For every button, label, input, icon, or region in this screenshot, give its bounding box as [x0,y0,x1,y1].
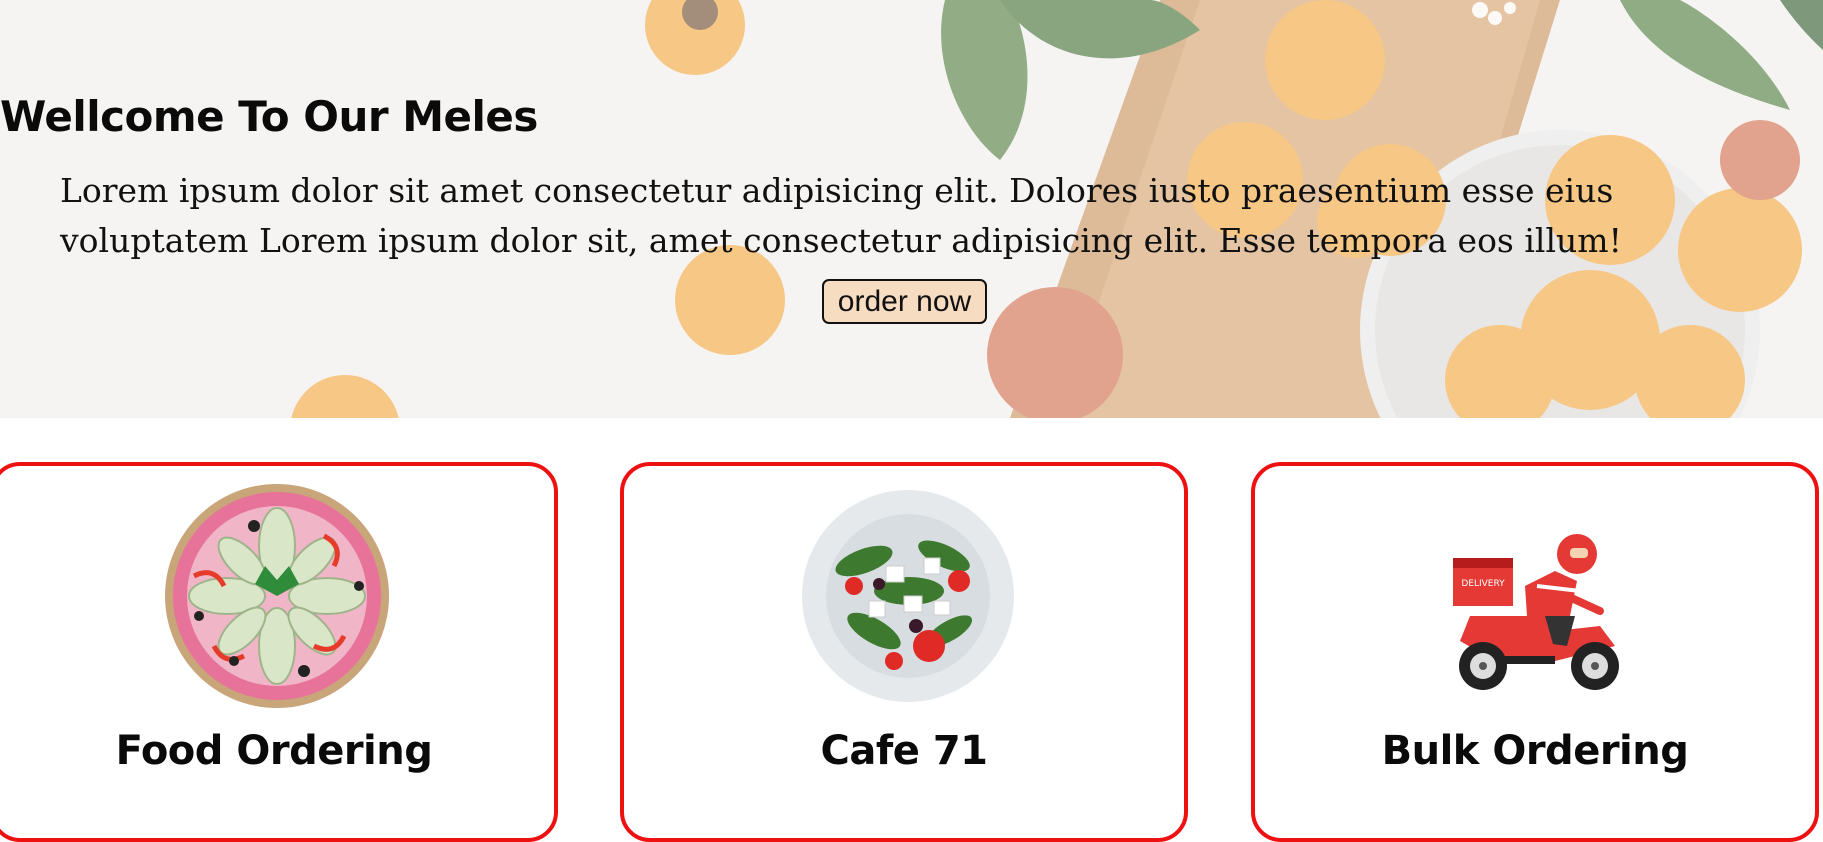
hero-title: Wellcome To Our Meles [0,92,538,141]
pizza-icon [165,484,389,708]
service-title: Cafe 71 [820,728,988,774]
delivery-scooter-icon: DELIVERY [1453,534,1619,690]
hero-section: Wellcome To Our Meles Lorem ipsum dolor … [0,0,1823,418]
service-card-cafe-71: Cafe 71 [620,462,1188,842]
service-title: Food Ordering [115,728,433,774]
svg-text:DELIVERY: DELIVERY [1461,579,1505,589]
hero-description: Lorem ipsum dolor sit amet consectetur a… [60,171,1622,260]
service-title: Bulk Ordering [1381,728,1689,774]
service-card-bulk-ordering: DELIVERY Bulk Ordering [1251,462,1819,842]
order-now-button[interactable]: order now [822,279,987,324]
salad-icon [802,490,1014,702]
service-card-food-ordering: Food Ordering [0,462,558,842]
